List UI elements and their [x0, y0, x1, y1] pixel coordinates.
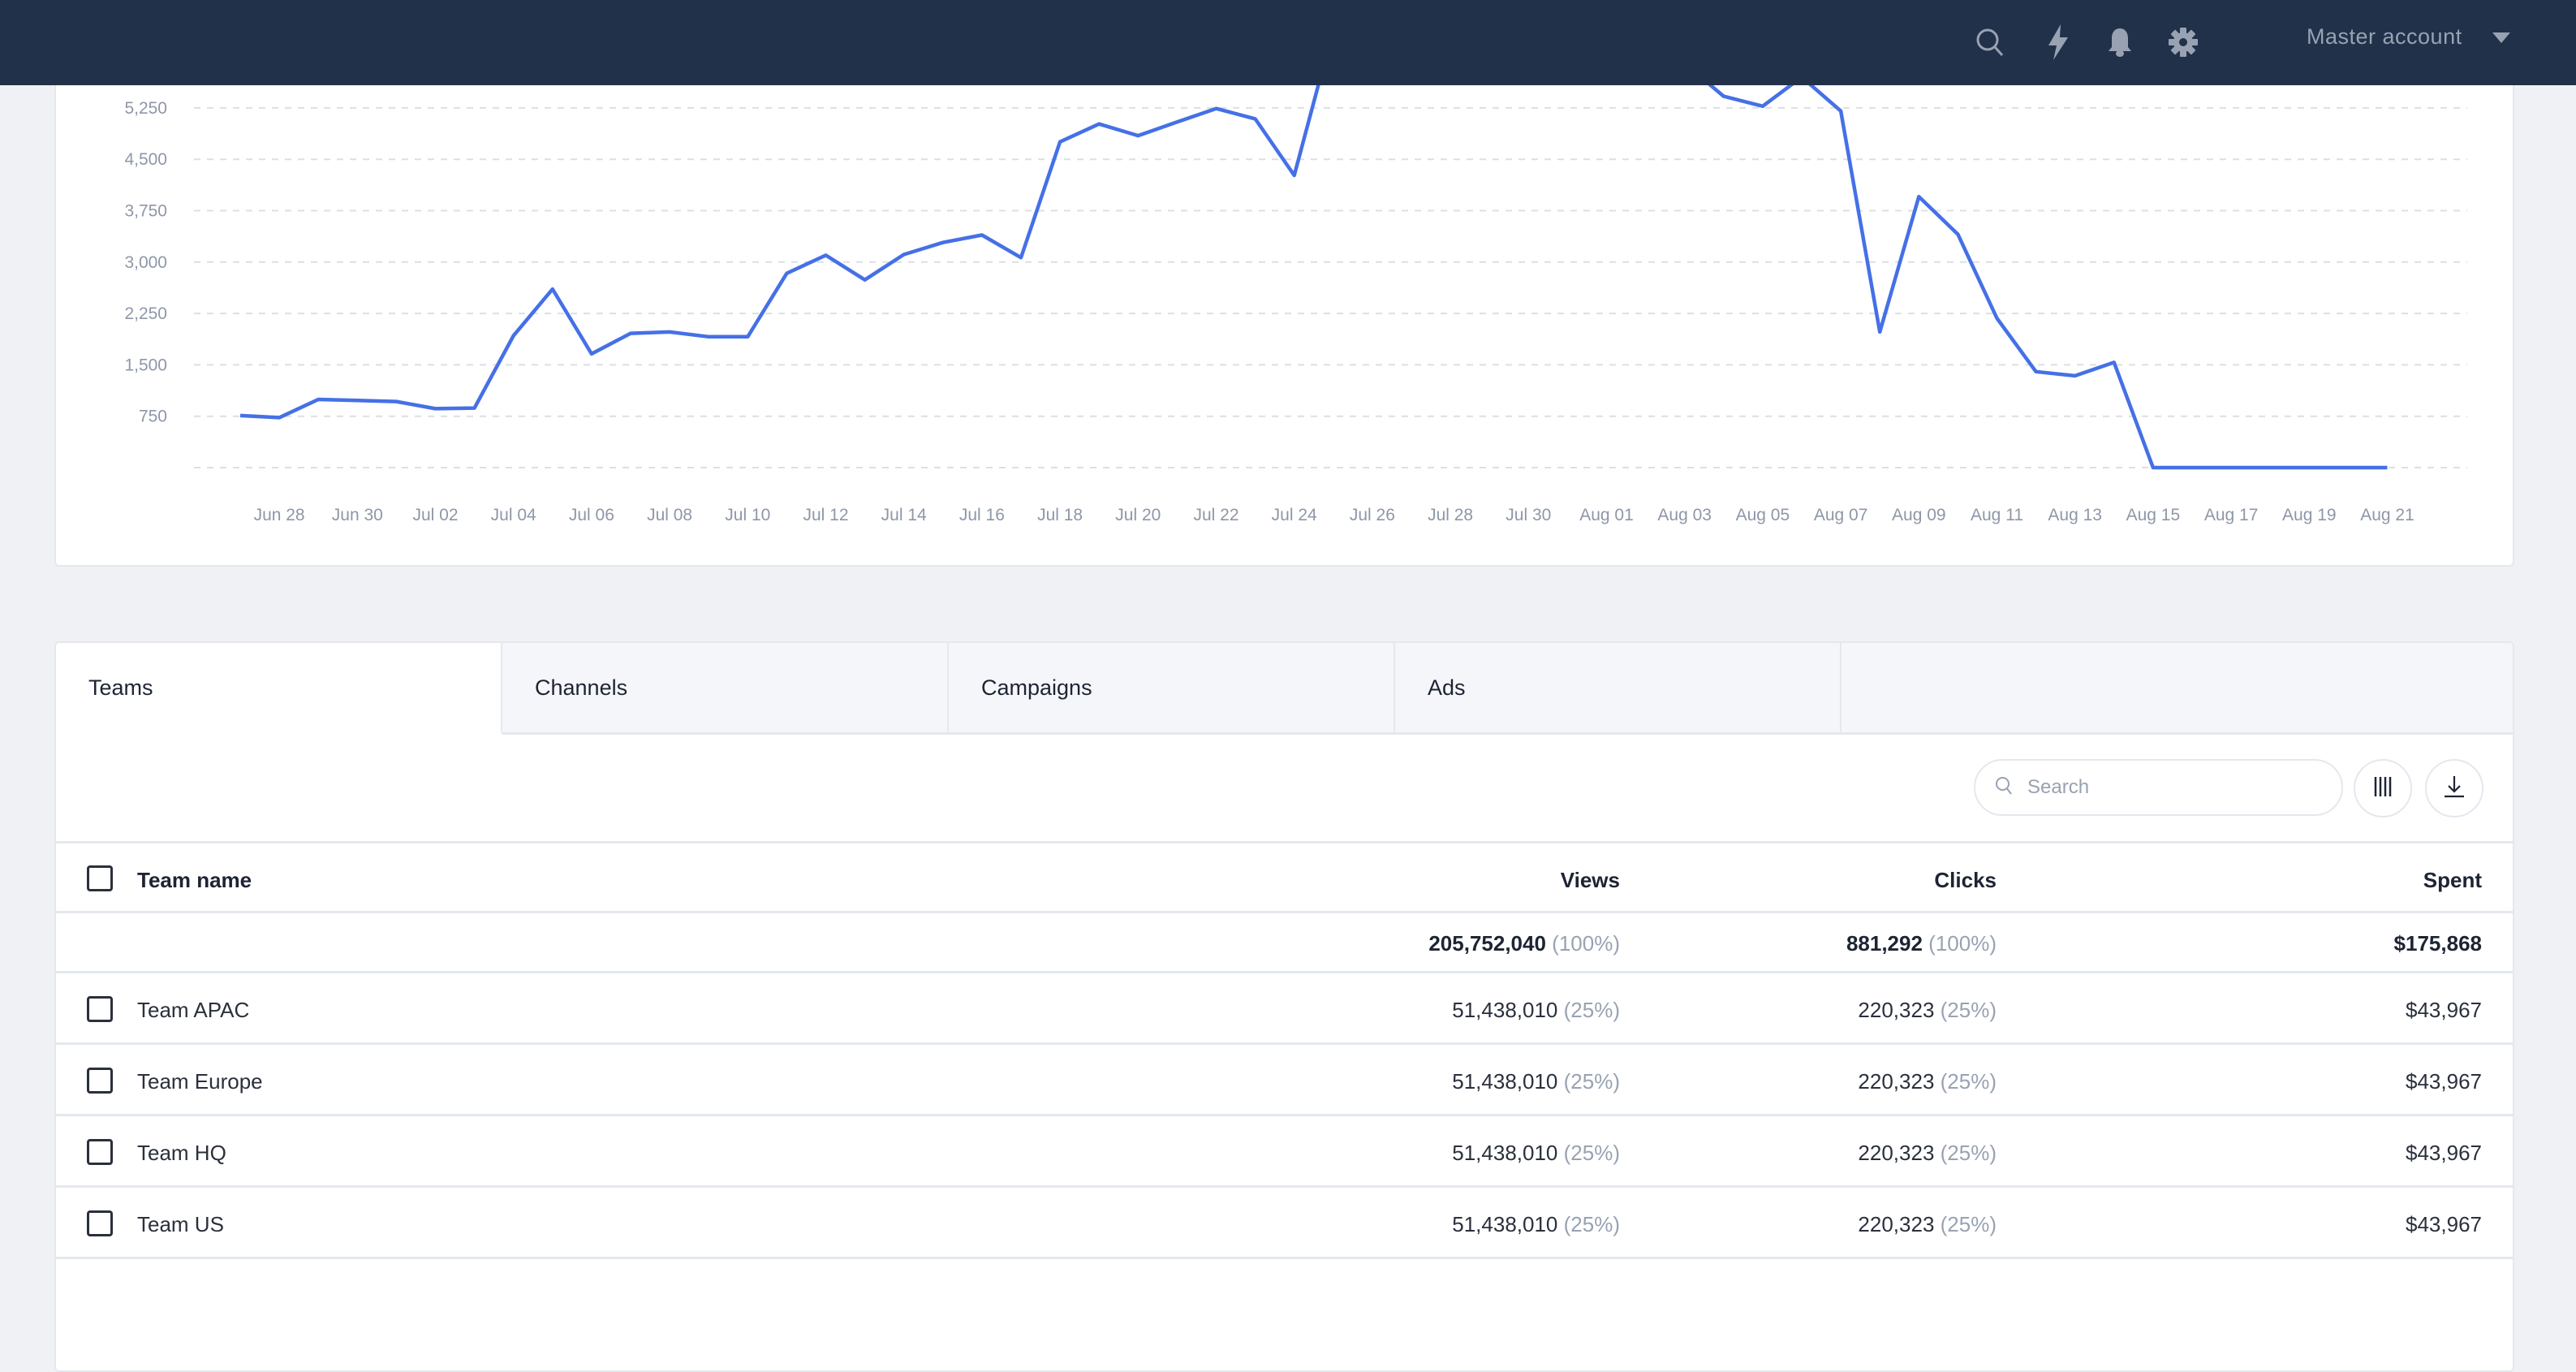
columns-icon: [2374, 776, 2392, 801]
row-checkbox[interactable]: [87, 1068, 113, 1094]
search-input[interactable]: [2027, 776, 2320, 799]
row-views: 51,438,010 (25%): [1452, 998, 1620, 1022]
row-clicks: 220,323 (25%): [1858, 1141, 1997, 1165]
x-tick-label: Aug 17: [2204, 506, 2259, 524]
x-tick-label: Jul 22: [1193, 506, 1238, 524]
row-checkbox[interactable]: [87, 1139, 113, 1165]
table-toolbar: [56, 735, 2513, 843]
table-row[interactable]: Team US 51,438,010 (25%) 220,323 (25%) $…: [56, 1188, 2513, 1259]
chart-x-axis: Jun 28 Jun 30 Jul 02 Jul 04 Jul 06 Jul 08 Jul …: [254, 506, 2414, 524]
x-tick-label: Aug 09: [1892, 506, 1946, 524]
row-views: 51,438,010 (25%): [1452, 1141, 1620, 1165]
total-clicks: 881,292 (100%): [1846, 931, 1997, 956]
columns-button[interactable]: [2354, 759, 2412, 818]
breakdown-table-card: Teams Channels Campaigns Ads Team name V…: [54, 641, 2514, 1372]
chart-y-axis: 750 1,500 2,250 3,000 3,750 4,500 5,250: [124, 99, 167, 426]
total-spent: $175,868: [2393, 931, 2482, 956]
column-header-team-name[interactable]: Team name: [137, 868, 252, 893]
y-tick-label: 4,500: [124, 150, 167, 169]
x-tick-label: Aug 03: [1657, 506, 1712, 524]
row-clicks: 220,323 (25%): [1858, 998, 1997, 1022]
row-spent: $43,967: [2406, 998, 2482, 1022]
search-icon: [1995, 776, 2013, 800]
x-tick-label: Aug 19: [2282, 506, 2337, 524]
team-name: Team APAC: [137, 998, 250, 1022]
row-clicks: 220,323 (25%): [1858, 1069, 1997, 1094]
tab-campaigns[interactable]: Campaigns: [949, 643, 1395, 735]
y-tick-label: 750: [139, 408, 167, 426]
x-tick-label: Jul 08: [647, 506, 692, 524]
table-row[interactable]: Team APAC 51,438,010 (25%) 220,323 (25%)…: [56, 973, 2513, 1045]
row-spent: $43,967: [2406, 1069, 2482, 1094]
x-tick-label: Aug 11: [1971, 506, 2023, 524]
x-tick-label: Aug 13: [2048, 506, 2102, 524]
x-tick-label: Jul 26: [1350, 506, 1395, 524]
row-views: 51,438,010 (25%): [1452, 1069, 1620, 1094]
row-views: 51,438,010 (25%): [1452, 1212, 1620, 1236]
gear-icon[interactable]: [2162, 21, 2204, 63]
y-tick-label: 2,250: [124, 304, 167, 323]
chart-gridlines: [194, 106, 2467, 468]
team-name: Team HQ: [137, 1141, 226, 1165]
tab-ads[interactable]: Ads: [1395, 643, 1842, 735]
row-checkbox[interactable]: [87, 1210, 113, 1236]
bell-icon[interactable]: [2099, 21, 2141, 63]
tab-channels[interactable]: Channels: [502, 643, 949, 735]
x-tick-label: Aug 07: [1814, 506, 1868, 524]
x-tick-label: Jul 28: [1428, 506, 1473, 524]
table-row[interactable]: Team Europe 51,438,010 (25%) 220,323 (25…: [56, 1045, 2513, 1116]
total-views: 205,752,040 (100%): [1428, 931, 1620, 956]
x-tick-label: Jul 30: [1506, 506, 1551, 524]
x-tick-label: Jul 10: [725, 506, 770, 524]
column-header-clicks[interactable]: Clicks: [1934, 868, 1997, 893]
x-tick-label: Jul 14: [881, 506, 927, 524]
select-all-checkbox[interactable]: [87, 865, 113, 891]
column-header-views[interactable]: Views: [1561, 868, 1620, 893]
x-tick-label: Jul 06: [569, 506, 614, 524]
y-tick-label: 5,250: [124, 99, 167, 118]
table-header-row: Team name Views Clicks Spent: [56, 843, 2513, 913]
chevron-down-icon[interactable]: [2492, 32, 2510, 43]
x-tick-label: Jul 02: [412, 506, 458, 524]
search-icon[interactable]: [1969, 21, 2011, 63]
top-navigation-bar: Master account: [0, 0, 2576, 85]
y-tick-label: 3,000: [124, 253, 167, 272]
row-spent: $43,967: [2406, 1141, 2482, 1165]
x-tick-label: Jul 20: [1115, 506, 1161, 524]
y-tick-label: 1,500: [124, 356, 167, 374]
download-icon: [2444, 775, 2465, 802]
bolt-icon[interactable]: [2037, 21, 2079, 63]
breakdown-tabs: Teams Channels Campaigns Ads: [56, 643, 2513, 735]
column-header-spent[interactable]: Spent: [2423, 868, 2482, 893]
team-name: Team Europe: [137, 1069, 263, 1094]
search-box[interactable]: [1974, 759, 2343, 816]
x-tick-label: Jul 12: [803, 506, 848, 524]
x-tick-label: Jul 24: [1272, 506, 1317, 524]
x-tick-label: Aug 21: [2360, 506, 2414, 524]
team-name: Team US: [137, 1212, 224, 1236]
row-spent: $43,967: [2406, 1212, 2482, 1236]
account-switcher[interactable]: Master account: [2307, 24, 2462, 50]
download-button[interactable]: [2425, 759, 2483, 818]
x-tick-label: Aug 15: [2126, 506, 2181, 524]
x-tick-label: Jun 30: [332, 506, 383, 524]
x-tick-label: Jul 18: [1037, 506, 1083, 524]
tabs-filler: [1842, 643, 2513, 735]
x-tick-label: Aug 05: [1736, 506, 1790, 524]
x-tick-label: Jun 28: [254, 506, 305, 524]
views-chart-card: 750 1,500 2,250 3,000 3,750 4,500 5,250 Jun 28…: [54, 32, 2514, 567]
x-tick-label: Jul 16: [959, 506, 1005, 524]
row-clicks: 220,323 (25%): [1858, 1212, 1997, 1236]
table-row[interactable]: Team HQ 51,438,010 (25%) 220,323 (25%) $…: [56, 1116, 2513, 1188]
x-tick-label: Jul 04: [491, 506, 536, 524]
table-totals-row: 205,752,040 (100%) 881,292 (100%) $175,8…: [56, 913, 2513, 973]
y-tick-label: 3,750: [124, 202, 167, 221]
line-chart: 750 1,500 2,250 3,000 3,750 4,500 5,250 Jun 28…: [124, 34, 2467, 524]
x-tick-label: Aug 01: [1579, 506, 1634, 524]
chart-series-line-views: [239, 34, 2388, 470]
row-checkbox[interactable]: [87, 996, 113, 1022]
tab-teams[interactable]: Teams: [56, 643, 502, 735]
